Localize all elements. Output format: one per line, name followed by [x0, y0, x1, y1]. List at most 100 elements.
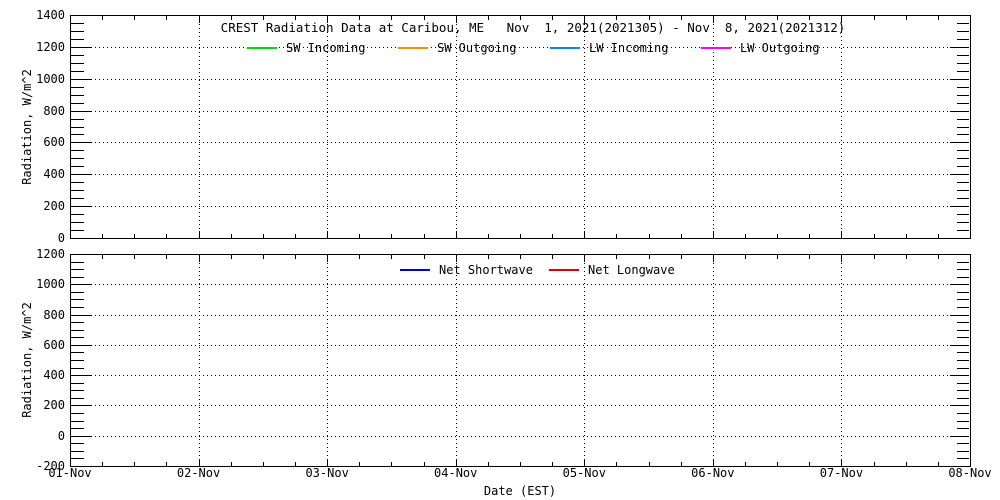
y-minor-tick: [71, 458, 84, 459]
y-minor-tick: [71, 71, 84, 72]
x-gridline: [841, 16, 842, 237]
x-minor-tick: [134, 234, 135, 238]
y-minor-tick: [957, 31, 969, 32]
y-minor-tick: [71, 182, 84, 183]
y-major-tick: [950, 111, 969, 112]
x-minor-tick: [777, 255, 778, 259]
x-minor-tick: [938, 462, 939, 466]
x-minor-tick: [102, 462, 103, 466]
x-minor-tick: [134, 16, 135, 20]
x-minor-tick: [552, 234, 553, 238]
legend-item-sw-incoming: SW Incoming: [247, 41, 365, 55]
y-tick-label: 1200: [0, 248, 65, 261]
y-major-tick: [71, 436, 91, 437]
y-gridline: [71, 79, 969, 80]
x-minor-tick: [649, 462, 650, 466]
y-minor-tick: [957, 277, 969, 278]
x-minor-tick: [102, 16, 103, 20]
y-minor-tick: [71, 150, 84, 151]
y-minor-tick: [71, 360, 84, 361]
x-major-tick: [199, 16, 200, 23]
y-minor-tick: [957, 383, 969, 384]
y-minor-tick: [957, 322, 969, 323]
y-minor-tick: [957, 158, 969, 159]
x-major-tick: [199, 231, 200, 238]
y-minor-tick: [957, 398, 969, 399]
y-minor-tick: [957, 166, 969, 167]
legend-label: LW Outgoing: [740, 41, 819, 55]
x-minor-tick: [745, 255, 746, 259]
y-minor-tick: [71, 262, 84, 263]
x-minor-tick: [809, 16, 810, 20]
x-minor-tick: [777, 462, 778, 466]
y-major-tick: [950, 345, 969, 346]
x-minor-tick: [874, 255, 875, 259]
x-major-tick: [456, 255, 457, 262]
y-minor-tick: [957, 269, 969, 270]
legend-label: SW Incoming: [286, 41, 365, 55]
x-minor-tick: [874, 16, 875, 20]
y-gridline: [71, 375, 969, 376]
x-minor-tick: [520, 234, 521, 238]
y-minor-tick: [957, 292, 969, 293]
y-major-tick: [71, 47, 91, 48]
y-major-tick: [71, 315, 91, 316]
x-minor-tick: [938, 16, 939, 20]
y-minor-tick: [71, 352, 84, 353]
y-minor-tick: [71, 428, 84, 429]
x-major-tick: [584, 16, 585, 23]
y-minor-tick: [957, 222, 969, 223]
y-minor-tick: [957, 55, 969, 56]
legend-label: SW Outgoing: [437, 41, 516, 55]
x-minor-tick: [906, 462, 907, 466]
y-minor-tick: [957, 428, 969, 429]
x-minor-tick: [552, 462, 553, 466]
y-tick-label: 400: [0, 369, 65, 382]
legend-item-net-shortwave: Net Shortwave: [400, 263, 533, 277]
x-tick-label: 06-Nov: [678, 467, 748, 480]
y-minor-tick: [71, 190, 84, 191]
x-minor-tick: [166, 255, 167, 259]
x-minor-tick: [263, 16, 264, 20]
y-gridline: [71, 405, 969, 406]
x-major-tick: [327, 459, 328, 466]
y-minor-tick: [957, 352, 969, 353]
y-minor-tick: [957, 299, 969, 300]
x-minor-tick: [359, 234, 360, 238]
y-minor-tick: [957, 119, 969, 120]
x-gridline: [199, 255, 200, 465]
x-minor-tick: [520, 255, 521, 259]
x-major-tick: [841, 16, 842, 23]
y-minor-tick: [957, 214, 969, 215]
x-minor-tick: [391, 16, 392, 20]
y-minor-tick: [71, 214, 84, 215]
y-minor-tick: [957, 443, 969, 444]
y-major-tick: [950, 142, 969, 143]
x-minor-tick: [295, 462, 296, 466]
y-minor-tick: [71, 134, 84, 135]
x-minor-tick: [777, 16, 778, 20]
x-major-tick: [713, 459, 714, 466]
y-minor-tick: [71, 23, 84, 24]
x-minor-tick: [616, 255, 617, 259]
x-major-tick: [841, 459, 842, 466]
x-minor-tick: [391, 462, 392, 466]
legend-item-lw-incoming: LW Incoming: [550, 41, 668, 55]
y-minor-tick: [957, 182, 969, 183]
legend-line-swatch: [550, 47, 580, 49]
y-gridline: [71, 47, 969, 48]
y-tick-label: 0: [0, 430, 65, 443]
y-minor-tick: [71, 269, 84, 270]
y-minor-tick: [71, 31, 84, 32]
y-major-tick: [71, 345, 91, 346]
y-tick-label: 600: [0, 136, 65, 149]
y-tick-label: 200: [0, 399, 65, 412]
y-minor-tick: [71, 95, 84, 96]
x-gridline: [713, 255, 714, 465]
x-minor-tick: [649, 234, 650, 238]
x-minor-tick: [134, 255, 135, 259]
y-major-tick: [950, 79, 969, 80]
y-major-tick: [950, 315, 969, 316]
y-minor-tick: [71, 337, 84, 338]
x-minor-tick: [295, 16, 296, 20]
